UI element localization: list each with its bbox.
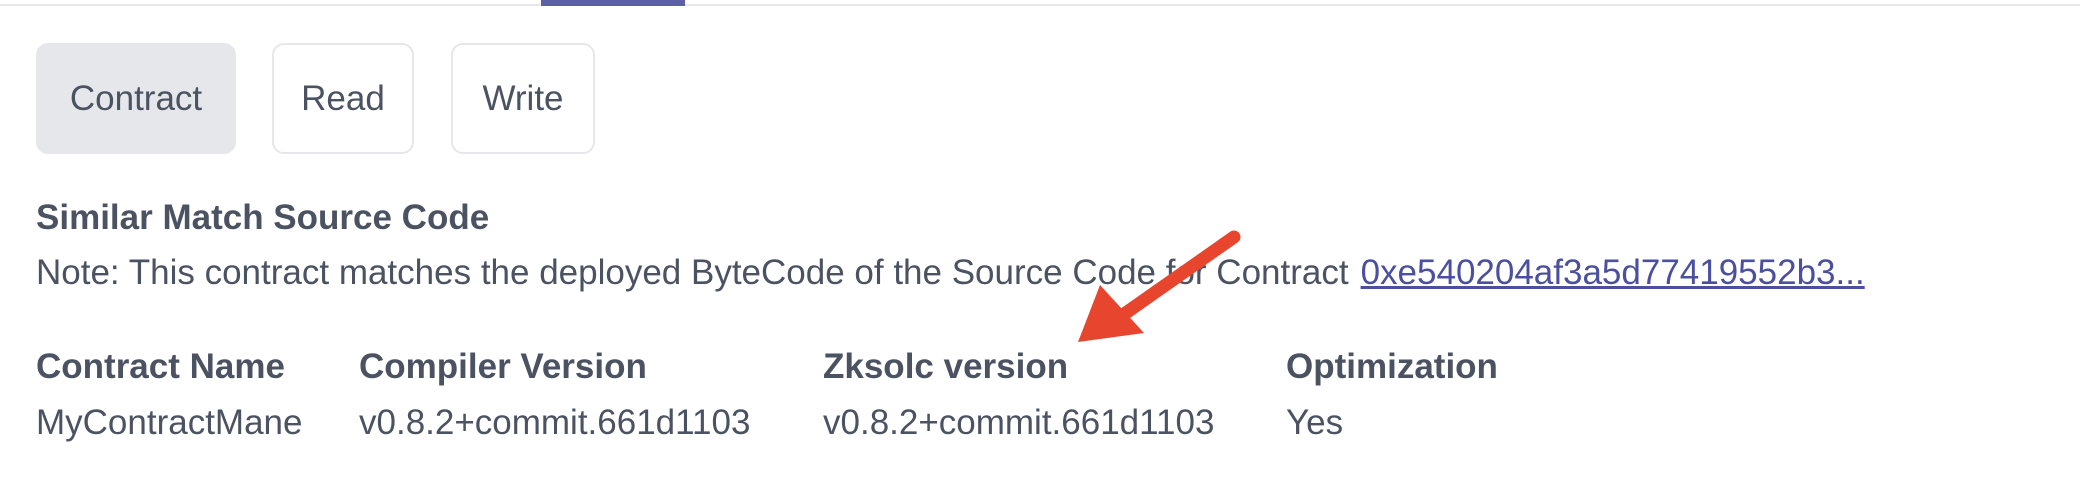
source-note: Note: This contract matches the deployed… [36, 253, 1865, 293]
source-code-title: Similar Match Source Code [36, 198, 490, 237]
contract-name-value: MyContractMane [36, 403, 303, 442]
contract-button[interactable]: Contract [36, 43, 236, 154]
zksolc-version-column: Zksolc version v0.8.2+commit.661d1103 [823, 346, 1214, 444]
contract-name-header: Contract Name [36, 347, 285, 386]
active-tab-indicator [541, 0, 685, 6]
contract-address-link[interactable]: 0xe540204af3a5d77419552b3... [1361, 253, 1865, 292]
red-arrow-icon [1078, 230, 1241, 342]
write-button[interactable]: Write [451, 43, 595, 154]
optimization-header: Optimization [1286, 347, 1498, 386]
read-button[interactable]: Read [272, 43, 414, 154]
compiler-version-column: Compiler Version v0.8.2+commit.661d1103 [359, 346, 750, 444]
compiler-version-header: Compiler Version [359, 347, 647, 386]
compiler-version-value: v0.8.2+commit.661d1103 [359, 403, 751, 442]
optimization-column: Optimization Yes [1286, 346, 1498, 444]
contract-name-column: Contract Name MyContractMane [36, 346, 302, 444]
tab-strip [0, 0, 2080, 6]
zksolc-version-value: v0.8.2+commit.661d1103 [823, 403, 1215, 442]
optimization-value: Yes [1286, 403, 1344, 442]
